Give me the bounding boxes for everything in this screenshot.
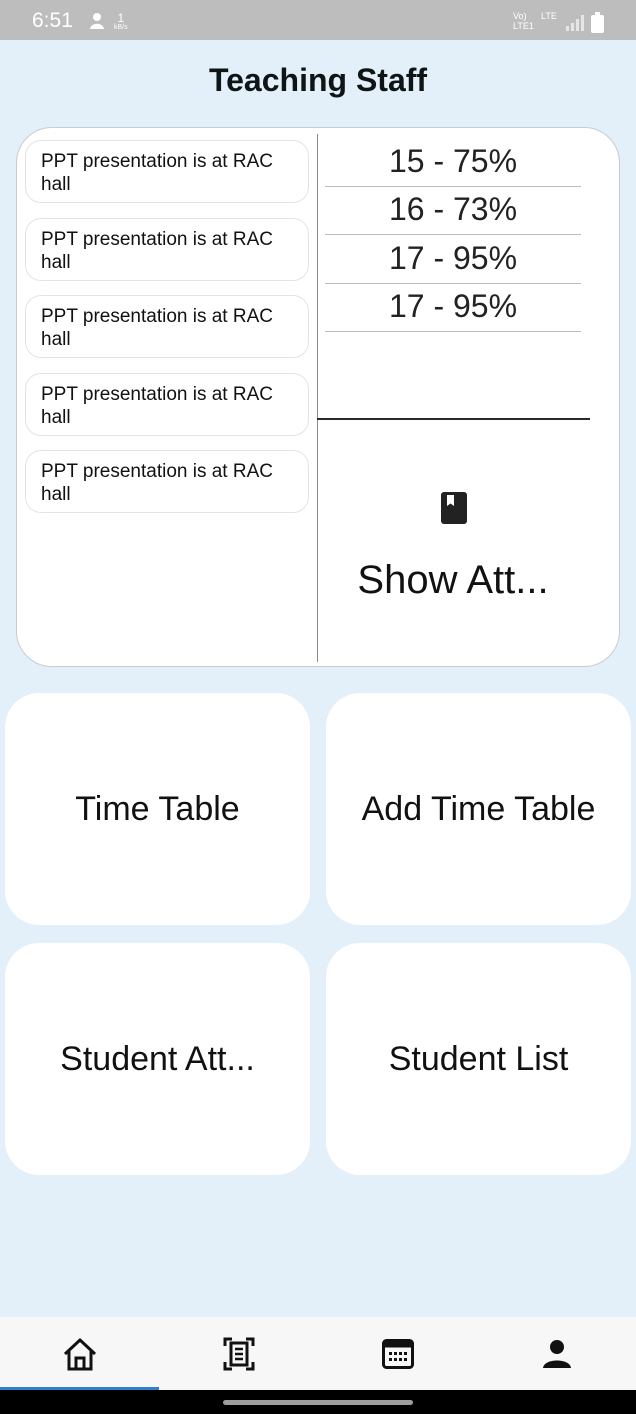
home-gesture-bar[interactable] <box>223 1400 413 1405</box>
notification-icon <box>90 13 104 29</box>
volte-label: Vo) <box>513 11 527 21</box>
show-attendance-button[interactable]: Show Att... <box>317 558 589 603</box>
person-icon <box>542 1339 571 1368</box>
page-title: Teaching Staff <box>208 62 428 98</box>
student-attendance-label: Student Att... <box>60 1039 255 1078</box>
network-speed-unit: kB/s <box>114 24 128 31</box>
calendar-icon <box>381 1338 414 1369</box>
notice-item[interactable]: PPT presentation is at RAC hall <box>25 218 309 281</box>
attendance-row: 17 - 95% <box>325 236 581 284</box>
attendance-row: 17 - 95% <box>325 284 581 332</box>
attendance-row: 15 - 75% <box>325 139 581 187</box>
nav-calendar[interactable] <box>318 1317 477 1390</box>
notice-item[interactable]: PPT presentation is at RAC hall <box>25 373 309 436</box>
lte-indicator: LTE <box>541 11 557 21</box>
student-list-label: Student List <box>388 1039 569 1078</box>
nav-document-scan[interactable] <box>159 1317 318 1390</box>
network-speed: 1 kB/s <box>114 12 128 32</box>
notice-item[interactable]: PPT presentation is at RAC hall <box>25 450 309 513</box>
bottom-navigation <box>0 1317 636 1390</box>
add-time-table-card[interactable]: Add Time Table <box>326 693 631 925</box>
attendance-row: 16 - 73% <box>325 187 581 235</box>
battery-icon <box>591 12 604 33</box>
nav-home[interactable] <box>0 1317 159 1390</box>
dashboard-panel: PPT presentation is at RAC hall PPT pres… <box>16 127 620 667</box>
network-speed-value: 1 <box>117 11 125 25</box>
add-time-table-label: Add Time Table <box>361 789 596 828</box>
status-bar: 6:51 1 kB/s Vo) LTE1 LTE <box>0 0 636 40</box>
signal-icon <box>566 15 584 31</box>
document-scan-icon <box>223 1337 254 1370</box>
student-attendance-card[interactable]: Student Att... <box>5 943 310 1175</box>
student-list-card[interactable]: Student List <box>326 943 631 1175</box>
lte1-label: LTE1 <box>513 21 534 31</box>
status-time: 6:51 <box>32 9 73 32</box>
time-table-card[interactable]: Time Table <box>5 693 310 925</box>
section-divider <box>317 418 590 420</box>
book-icon[interactable] <box>441 492 467 524</box>
notice-item[interactable]: PPT presentation is at RAC hall <box>25 140 309 203</box>
notice-item[interactable]: PPT presentation is at RAC hall <box>25 295 309 358</box>
nav-profile[interactable] <box>477 1317 636 1390</box>
home-icon <box>63 1338 96 1370</box>
volte-indicator: Vo) LTE1 <box>513 11 534 31</box>
time-table-label: Time Table <box>75 789 240 828</box>
